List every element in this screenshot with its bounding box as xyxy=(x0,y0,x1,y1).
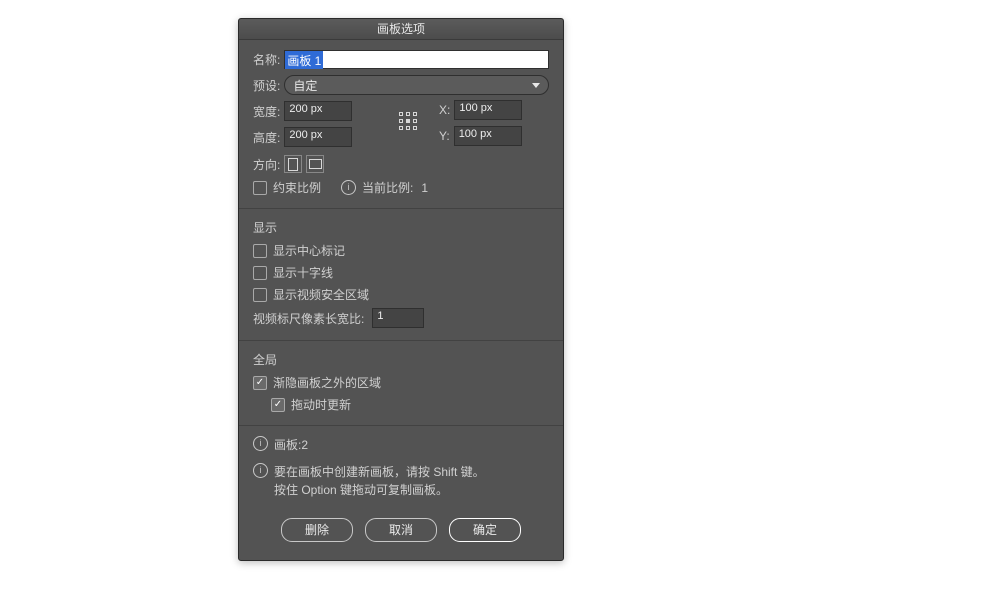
display-section-title: 显示 xyxy=(253,219,549,236)
update-drag-label: 拖动时更新 xyxy=(291,396,351,413)
ruler-ratio-label: 视频标尺像素长宽比: xyxy=(253,310,364,327)
portrait-icon xyxy=(288,158,298,171)
width-input[interactable]: 200 px xyxy=(284,101,352,121)
orientation-label: 方向: xyxy=(253,156,280,173)
orientation-row: 方向: xyxy=(253,155,549,173)
preset-row: 预设: 自定 xyxy=(253,75,549,95)
update-drag-row: 拖动时更新 xyxy=(271,396,549,413)
preset-value: 自定 xyxy=(293,77,317,94)
crosshair-label: 显示十字线 xyxy=(273,264,333,281)
current-ratio-label: 当前比例: xyxy=(362,179,413,196)
constrain-row: 约束比例 i 当前比例: 1 xyxy=(253,179,549,196)
current-ratio-value: 1 xyxy=(421,181,428,195)
landscape-icon xyxy=(309,159,322,169)
update-drag-checkbox[interactable] xyxy=(271,398,285,412)
reference-point-picker[interactable] xyxy=(397,106,419,136)
help-line-2: 按住 Option 键拖动可复制画板。 xyxy=(274,481,485,500)
center-mark-label: 显示中心标记 xyxy=(273,242,345,259)
orientation-landscape-button[interactable] xyxy=(306,155,324,173)
name-row: 名称: 画板 1 xyxy=(253,50,549,69)
y-label: Y: xyxy=(439,129,450,143)
info-icon: i xyxy=(253,463,268,478)
preset-dropdown[interactable]: 自定 xyxy=(284,75,549,95)
separator xyxy=(239,208,563,209)
artboard-options-dialog: 画板选项 名称: 画板 1 预设: 自定 宽度: 200 px 高度: 200 … xyxy=(238,18,564,561)
name-label: 名称: xyxy=(253,51,280,68)
artboards-count-value: 2 xyxy=(301,438,308,452)
orientation-portrait-button[interactable] xyxy=(284,155,302,173)
artboards-count-label: 画板: xyxy=(274,438,301,452)
height-label: 高度: xyxy=(253,129,280,146)
height-input[interactable]: 200 px xyxy=(284,127,352,147)
anchor-grid-icon xyxy=(399,112,418,131)
chevron-down-icon xyxy=(532,83,540,88)
separator xyxy=(239,425,563,426)
safe-area-checkbox[interactable] xyxy=(253,288,267,302)
global-section-title: 全局 xyxy=(253,351,549,368)
dimensions-group: 宽度: 200 px 高度: 200 px X: 100 px xyxy=(253,101,549,149)
constrain-checkbox[interactable] xyxy=(253,181,267,195)
help-text: i 要在画板中创建新画板，请按 Shift 键。 按住 Option 键拖动可复… xyxy=(253,463,549,500)
fade-outside-row: 渐隐画板之外的区域 xyxy=(253,374,549,391)
x-label: X: xyxy=(439,103,450,117)
safe-area-row: 显示视频安全区域 xyxy=(253,286,549,303)
info-icon: i xyxy=(341,180,356,195)
separator xyxy=(239,340,563,341)
ruler-ratio-input[interactable]: 1 xyxy=(372,308,424,328)
x-input[interactable]: 100 px xyxy=(454,100,522,120)
width-label: 宽度: xyxy=(253,103,280,120)
fade-outside-checkbox[interactable] xyxy=(253,376,267,390)
info-icon: i xyxy=(253,436,268,451)
name-value: 画板 1 xyxy=(285,51,323,69)
preset-label: 预设: xyxy=(253,77,280,94)
delete-button[interactable]: 删除 xyxy=(281,518,353,542)
button-row: 删除 取消 确定 xyxy=(253,500,549,560)
crosshair-row: 显示十字线 xyxy=(253,264,549,281)
ruler-ratio-row: 视频标尺像素长宽比: 1 xyxy=(253,308,549,328)
safe-area-label: 显示视频安全区域 xyxy=(273,286,369,303)
dialog-title: 画板选项 xyxy=(239,19,563,40)
crosshair-checkbox[interactable] xyxy=(253,266,267,280)
y-input[interactable]: 100 px xyxy=(454,126,522,146)
center-mark-row: 显示中心标记 xyxy=(253,242,549,259)
help-line-1: 要在画板中创建新画板，请按 Shift 键。 xyxy=(274,463,485,482)
ok-button[interactable]: 确定 xyxy=(449,518,521,542)
name-input[interactable]: 画板 1 xyxy=(284,50,549,69)
constrain-label: 约束比例 xyxy=(273,179,321,196)
fade-outside-label: 渐隐画板之外的区域 xyxy=(273,374,381,391)
cancel-button[interactable]: 取消 xyxy=(365,518,437,542)
artboard-count-row: i 画板:2 xyxy=(253,436,549,455)
center-mark-checkbox[interactable] xyxy=(253,244,267,258)
